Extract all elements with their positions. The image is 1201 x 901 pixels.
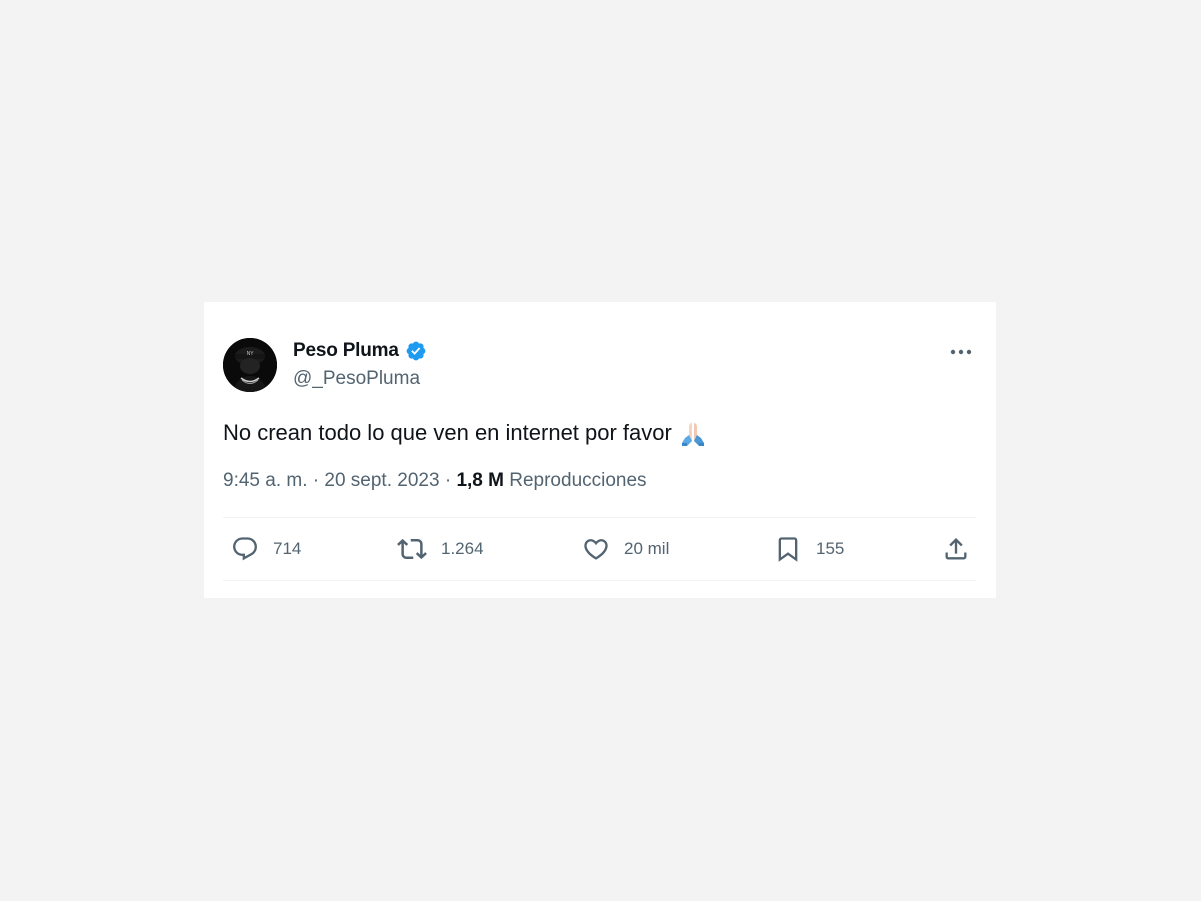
action-bar: 714 1.264 20 mil 155 [223,518,976,580]
views-count: 1,8 M [456,470,504,491]
retweet-count: 1.264 [441,539,484,558]
reply-count: 714 [273,539,302,558]
divider [223,580,976,581]
folded-hands-emoji-icon [678,418,708,448]
share-icon [945,538,967,560]
bookmark-count: 155 [816,539,845,558]
bookmark-icon [778,537,798,562]
profile-photo-icon: NY [223,338,277,392]
meta-separator: · [444,470,452,491]
reply-button[interactable]: 714 [231,518,301,580]
verified-badge-icon [405,340,427,362]
tweet-text: No crean todo lo que ven en internet por… [223,418,708,448]
tweet-card: NY Peso Pluma @_PesoPluma No crean todo … [204,302,996,598]
heart-icon [584,539,608,560]
like-button[interactable]: 20 mil [582,518,669,580]
display-name[interactable]: Peso Pluma [293,340,399,362]
tweet-date[interactable]: 20 sept. 2023 [324,470,439,491]
more-options-button[interactable] [946,340,976,364]
tweet-meta: 9:45 a. m. · 20 sept. 2023 · 1,8 M Repro… [223,470,647,492]
bookmark-button[interactable]: 155 [774,518,844,580]
retweet-icon [397,538,427,560]
ellipsis-icon [950,349,972,355]
author-name-row: Peso Pluma [293,340,427,362]
user-handle[interactable]: @_PesoPluma [293,368,420,390]
reply-icon [233,537,257,561]
like-count: 20 mil [624,539,670,558]
svg-text:NY: NY [247,351,255,357]
tweet-time[interactable]: 9:45 a. m. [223,470,308,491]
tweet-text-content: No crean todo lo que ven en internet por… [223,420,672,445]
avatar[interactable]: NY [223,338,277,392]
share-button[interactable] [942,518,970,580]
meta-separator: · [312,470,320,491]
retweet-button[interactable]: 1.264 [397,518,484,580]
views-label: Reproducciones [509,470,647,491]
